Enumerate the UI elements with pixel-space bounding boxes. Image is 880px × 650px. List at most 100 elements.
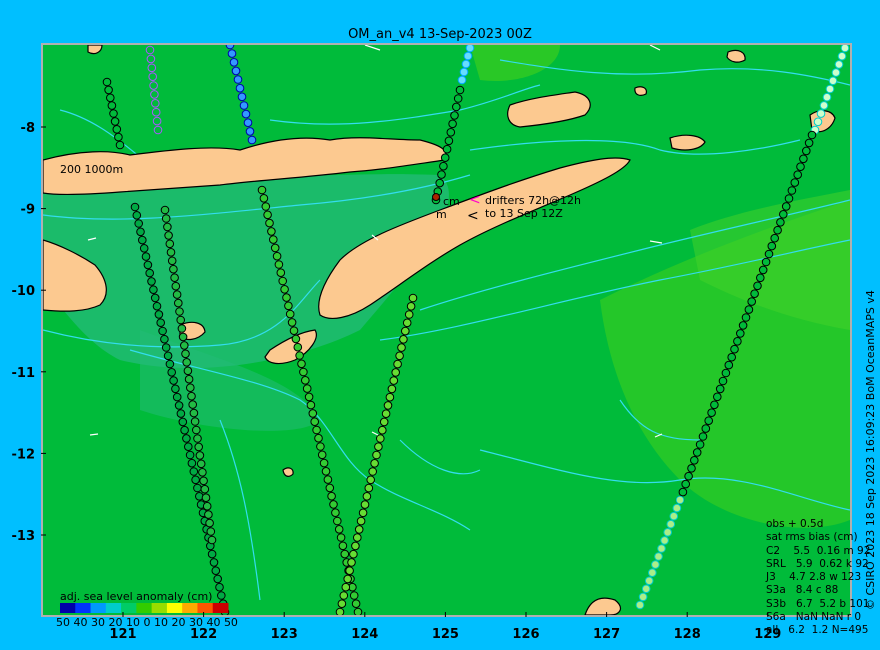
track-observation xyxy=(395,351,404,361)
track-observation xyxy=(387,384,397,394)
track-observation xyxy=(362,492,372,501)
track-observation xyxy=(301,376,310,385)
track-observation xyxy=(207,549,217,559)
track-observation xyxy=(217,591,226,600)
track-observation xyxy=(312,425,321,435)
track-observation xyxy=(278,276,288,286)
stats-line: obs + 0.5d xyxy=(766,518,824,530)
track-observation xyxy=(790,178,800,187)
track-observation xyxy=(741,313,751,322)
track-observation xyxy=(158,326,167,336)
stats-line: J3 4.7 2.8 w 123 xyxy=(766,571,862,584)
track-observation xyxy=(184,442,193,452)
track-observation xyxy=(379,417,389,427)
track-observation xyxy=(191,475,200,485)
track-observation xyxy=(172,290,182,299)
track-observation xyxy=(807,130,817,140)
track-observation xyxy=(334,525,344,534)
x-tick-label: 128 xyxy=(674,627,701,642)
legend-color-swatch xyxy=(136,603,153,613)
track-observation xyxy=(381,409,391,419)
track-observation xyxy=(174,401,184,410)
track-observation xyxy=(816,109,826,118)
track-observation xyxy=(130,202,140,212)
legend-ticks: 50 40 30 20 10 0 10 20 30 40 50 xyxy=(56,616,238,629)
track-observation xyxy=(349,549,358,559)
track-observation xyxy=(160,334,169,344)
track-observation xyxy=(259,194,269,203)
track-observation xyxy=(333,516,342,526)
track-observation xyxy=(840,45,850,53)
track-observation xyxy=(211,566,221,576)
track-observation xyxy=(635,600,645,610)
track-observation xyxy=(146,54,156,64)
track-observation xyxy=(773,225,782,235)
drifter-marker-magenta: < xyxy=(469,192,481,208)
island-small xyxy=(634,86,647,96)
track-observation xyxy=(758,265,768,275)
track-observation xyxy=(180,425,189,435)
track-observation xyxy=(164,231,173,240)
track-observation xyxy=(446,128,456,137)
track-observation xyxy=(107,101,117,110)
track-observation xyxy=(247,135,257,145)
track-observation xyxy=(399,335,408,344)
track-observation xyxy=(172,392,182,402)
track-observation xyxy=(166,248,176,257)
track-observation xyxy=(828,76,838,86)
track-observation xyxy=(276,268,286,278)
track-observation xyxy=(690,456,699,465)
track-observation xyxy=(149,81,158,90)
track-observation xyxy=(295,351,304,360)
legend-color-swatch xyxy=(121,603,137,613)
depth-label: 200 1000m xyxy=(60,163,123,176)
track-observation xyxy=(136,227,145,237)
track-observation xyxy=(167,368,176,377)
track-observation xyxy=(231,66,241,76)
track-observation xyxy=(270,243,280,253)
track-observation xyxy=(205,518,214,528)
track-observation xyxy=(280,285,289,294)
track-observation xyxy=(163,351,173,361)
track-observation xyxy=(391,368,401,377)
track-observation xyxy=(193,483,202,493)
track-observation xyxy=(306,400,316,410)
track-observation xyxy=(401,326,410,336)
track-observation xyxy=(170,273,179,283)
track-observation xyxy=(161,343,171,352)
track-observation xyxy=(235,83,245,93)
track-observation xyxy=(660,536,669,545)
track-observation xyxy=(354,525,364,534)
track-observation xyxy=(181,349,190,359)
y-tick-label: -11 xyxy=(12,366,36,381)
track-observation xyxy=(776,218,785,227)
track-observation xyxy=(713,392,722,402)
track-observation xyxy=(644,576,654,586)
track-observation xyxy=(710,400,719,410)
track-observation xyxy=(442,144,452,154)
x-tick-label: 125 xyxy=(432,627,459,642)
x-tick-label: 121 xyxy=(109,627,136,642)
track-observation xyxy=(406,302,416,311)
track-observation xyxy=(463,51,473,61)
track-observation xyxy=(837,51,847,61)
track-observation xyxy=(151,99,160,108)
track-observation xyxy=(356,516,366,526)
track-observation xyxy=(314,433,323,443)
stats-line: sat rms bias (cm) xyxy=(766,531,858,544)
track-observation xyxy=(681,479,691,489)
track-observation xyxy=(287,318,297,327)
track-observation xyxy=(672,503,682,513)
drifter-scale-m: m xyxy=(436,208,447,221)
track-observation xyxy=(718,376,728,386)
track-observation xyxy=(102,77,112,87)
drifter-marker-black: < xyxy=(467,208,479,224)
track-observation xyxy=(657,544,666,553)
track-observation xyxy=(257,185,267,195)
track-observation xyxy=(160,205,170,215)
drifter-note-line1: drifters 72h@12h xyxy=(485,194,581,207)
track-observation xyxy=(274,260,284,269)
x-tick-label: 122 xyxy=(190,627,217,642)
track-observation xyxy=(336,533,346,542)
track-observation xyxy=(781,202,791,211)
